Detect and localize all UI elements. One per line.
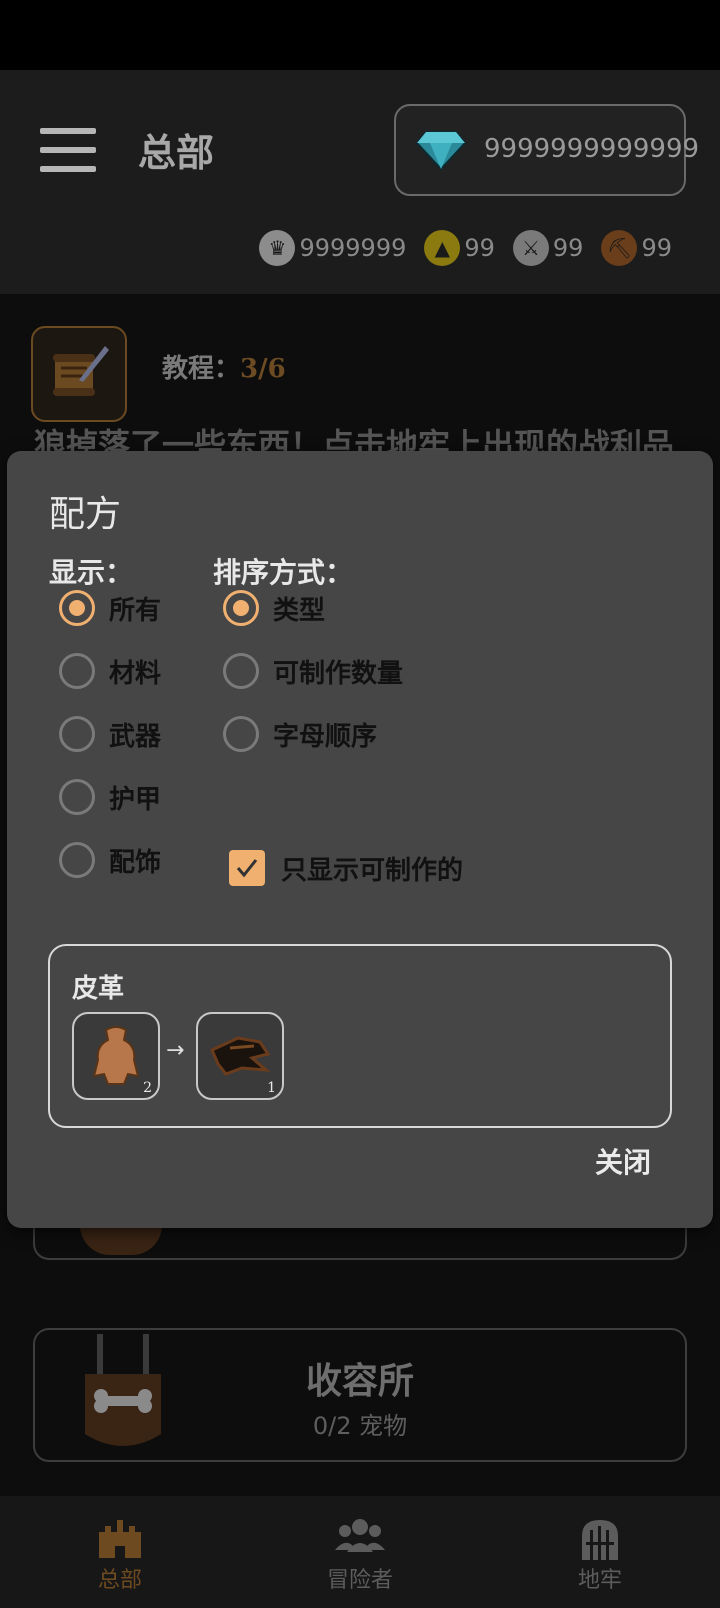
radio-label: 材料 [109,658,162,689]
radio-button[interactable] [59,716,95,752]
recipe-card[interactable]: 皮革 2 → 1 [48,944,672,1128]
radio-button[interactable] [223,590,259,626]
close-button[interactable]: 关闭 [595,1141,651,1181]
radio-label: 所有 [109,595,162,626]
radio-button[interactable] [59,653,95,689]
recipe-name: 皮革 [72,974,125,1004]
radio-option[interactable]: 字母顺序 [223,712,377,756]
radio-label: 配饰 [109,847,162,878]
radio-label: 字母顺序 [273,721,378,752]
radio-option[interactable]: 护甲 [59,775,161,819]
radio-option[interactable]: 材料 [59,649,161,693]
show-filter-label: 显示： [49,556,134,589]
radio-option[interactable]: 可制作数量 [223,649,403,693]
radio-option[interactable]: 所有 [59,586,161,630]
recipe-input-count: 2 [143,1080,152,1096]
leather-icon [210,1036,271,1076]
only-craftable-label: 只显示可制作的 [281,855,464,886]
recipe-dialog: 配方 显示： 排序方式： 所有材料武器护甲配饰 类型可制作数量字母顺序 只显示可… [7,451,713,1228]
radio-option[interactable]: 配饰 [59,838,161,882]
radio-label: 可制作数量 [273,658,404,689]
hide-icon [92,1026,140,1085]
dialog-title: 配方 [49,494,122,535]
radio-label: 护甲 [109,784,162,815]
radio-label: 武器 [109,721,162,752]
only-craftable-toggle[interactable]: 只显示可制作的 [229,846,463,890]
radio-button[interactable] [59,590,95,626]
radio-button[interactable] [223,716,259,752]
radio-button[interactable] [59,779,95,815]
arrow-right-icon: → [166,1038,185,1063]
checkmark-icon [236,859,258,878]
radio-option[interactable]: 类型 [223,586,325,630]
sort-label: 排序方式： [213,556,354,589]
radio-option[interactable]: 武器 [59,712,161,756]
radio-button[interactable] [59,842,95,878]
recipe-input-slot[interactable]: 2 [72,1012,160,1100]
recipe-output-count: 1 [267,1080,276,1096]
only-craftable-checkbox[interactable] [229,850,265,886]
recipe-output-slot[interactable]: 1 [196,1012,284,1100]
radio-button[interactable] [223,653,259,689]
radio-label: 类型 [273,595,326,626]
